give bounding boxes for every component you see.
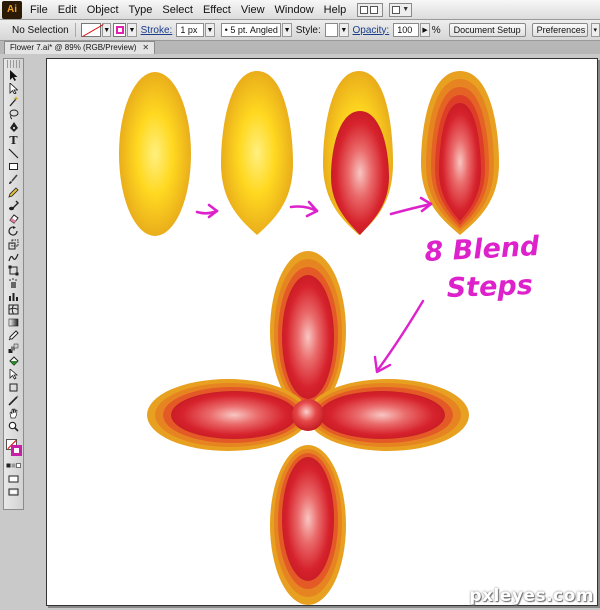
style-dropdown-icon[interactable]: ▼ [339,23,349,37]
fill-swatch[interactable] [80,23,104,37]
live-paint-bucket-tool-icon[interactable] [4,355,23,368]
fill-dropdown-icon[interactable]: ▼ [102,23,112,37]
opacity-dropdown-icon[interactable]: ▶ [420,23,430,37]
brush-dropdown-icon[interactable]: ▼ [282,23,292,37]
bridge-icon[interactable] [357,2,384,17]
opacity-field[interactable]: 100 [393,23,420,37]
column-graph-tool-icon[interactable] [4,290,23,303]
menu-file[interactable]: File [25,0,53,20]
free-transform-tool-icon[interactable] [4,264,23,277]
style-label: Style: [295,24,321,36]
control-bar: No Selection ▼ ▼ Stroke: 1 px ▼ • 5 pt. … [0,20,600,41]
mesh-tool-icon[interactable] [4,303,23,316]
panel-grip[interactable] [7,60,20,68]
close-tab-icon[interactable]: ✕ [142,42,149,54]
brush-bullet-icon: • [224,25,228,35]
arrow-step3-to-step4 [389,196,433,216]
menubar-icons: ▼ [357,2,413,17]
brush-definition-field[interactable]: • 5 pt. Angled [220,23,282,37]
slice-tool-icon[interactable] [4,394,23,407]
pencil-tool-icon[interactable] [4,186,23,199]
live-paint-selection-tool-icon[interactable] [4,368,23,381]
flower-petal-right[interactable] [307,379,469,451]
tools-panel: T [3,58,24,510]
direct-selection-tool-icon[interactable] [4,82,23,95]
type-tool-icon[interactable]: T [4,134,23,147]
menu-object[interactable]: Object [82,0,124,20]
rotate-tool-icon[interactable] [4,225,23,238]
menu-edit[interactable]: Edit [53,0,82,20]
stroke-weight-field[interactable]: 1 px [176,23,205,37]
arrange-documents-icon[interactable]: ▼ [389,2,413,17]
menu-help[interactable]: Help [319,0,352,20]
opacity-label[interactable]: Opacity: [353,25,390,36]
annotation-arrow [373,299,425,374]
step2-yellow-petal[interactable] [221,71,293,235]
fill-stroke-swatches[interactable] [4,437,23,459]
hand-tool-icon[interactable] [4,407,23,420]
flower-center[interactable] [292,399,324,431]
flower-petal-left[interactable] [147,379,309,451]
divider [75,23,76,37]
warp-tool-icon[interactable] [4,251,23,264]
menu-bar: Ai File Edit Object Type Select Effect V… [0,0,600,20]
stroke-swatch[interactable] [113,23,127,37]
preferences-button[interactable]: Preferences [531,23,588,37]
symbol-sprayer-tool-icon[interactable] [4,277,23,290]
flower-petal-top[interactable] [270,251,346,411]
watermark: pxleyes.com [469,586,594,606]
pen-tool-icon[interactable] [4,121,23,134]
paintbrush-tool-icon[interactable] [4,173,23,186]
stroke-label[interactable]: Stroke: [141,25,173,36]
menu-effect[interactable]: Effect [198,0,236,20]
step1-yellow-ellipse[interactable] [119,72,191,236]
scale-tool-icon[interactable] [4,238,23,251]
artboard[interactable]: 8 Blend Steps [46,58,598,606]
blend-tool-icon[interactable] [4,342,23,355]
canvas-area[interactable]: 8 Blend Steps [28,54,600,610]
brush-name: 5 pt. Angled [230,25,278,35]
document-tab[interactable]: Flower 7.ai* @ 89% (RGB/Preview) ✕ [4,41,156,54]
panel-menu-icon[interactable]: ▾ [590,23,600,37]
annotation-line1: 8 Blend [424,231,541,268]
document-tab-title: Flower 7.ai* @ 89% (RGB/Preview) [10,43,137,52]
line-segment-tool-icon[interactable] [4,147,23,160]
arrow-step2-to-step3 [289,200,319,218]
zoom-tool-icon[interactable] [4,420,23,433]
flower-petal-bottom[interactable] [270,445,346,605]
drawing-mode-icon[interactable] [4,472,23,485]
color-mode-buttons-icon[interactable] [4,459,23,472]
illustrator-logo[interactable]: Ai [2,0,22,19]
stroke-color-box[interactable] [11,445,22,456]
menu-select[interactable]: Select [157,0,198,20]
stroke-weight-dropdown-icon[interactable]: ▼ [205,23,215,37]
screen-mode-icon[interactable] [4,485,23,498]
eyedropper-tool-icon[interactable] [4,329,23,342]
blob-brush-tool-icon[interactable] [4,199,23,212]
step3-red-petal[interactable] [331,111,389,235]
annotation-line2: Steps [446,270,533,304]
menu-type[interactable]: Type [124,0,158,20]
eraser-tool-icon[interactable] [4,212,23,225]
crop-area-tool-icon[interactable] [4,381,23,394]
style-swatch[interactable] [324,23,339,37]
step4-blended-petal[interactable] [421,71,499,235]
magic-wand-tool-icon[interactable] [4,95,23,108]
menu-view[interactable]: View [236,0,270,20]
stroke-dropdown-icon[interactable]: ▼ [127,23,137,37]
selection-status: No Selection [12,24,69,36]
gradient-tool-icon[interactable] [4,316,23,329]
arrow-step1-to-step2 [195,203,219,219]
artwork: 8 Blend Steps [119,71,541,605]
lasso-tool-icon[interactable] [4,108,23,121]
document-setup-button[interactable]: Document Setup [448,23,526,37]
menu-window[interactable]: Window [270,0,319,20]
document-tab-bar: Flower 7.ai* @ 89% (RGB/Preview) ✕ [0,41,600,54]
selection-tool-icon[interactable] [4,69,23,82]
opacity-percent: % [431,24,441,36]
rectangle-tool-icon[interactable] [4,160,23,173]
